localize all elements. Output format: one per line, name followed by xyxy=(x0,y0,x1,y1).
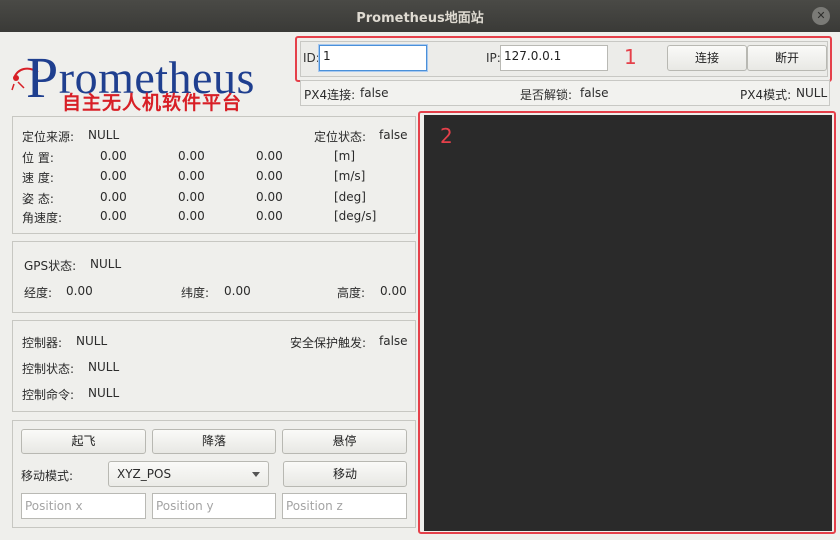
logo-subtitle: 自主无人机软件平台 xyxy=(62,92,243,114)
row-label: 角速度: xyxy=(22,211,63,225)
px4-connect-label: PX4连接: xyxy=(304,88,356,102)
window-title: Prometheus地面站 xyxy=(356,10,484,26)
alt-value: 0.00 xyxy=(380,284,407,298)
row-unit: [deg/s] xyxy=(334,209,377,223)
takeoff-button[interactable]: 起飞 xyxy=(21,429,146,454)
row-unit: [m/s] xyxy=(334,169,366,183)
annotation-box-2 xyxy=(418,111,836,534)
row-x: 0.00 xyxy=(100,190,127,204)
ctrl-cmd-label: 控制命令: xyxy=(22,388,75,402)
armed-value: false xyxy=(580,86,609,100)
annotation-number-1: 1 xyxy=(624,45,637,69)
source-label: 定位来源: xyxy=(22,130,75,144)
hover-button[interactable]: 悬停 xyxy=(282,429,407,454)
safety-value: false xyxy=(379,334,408,348)
controller-label: 控制器: xyxy=(22,336,63,350)
row-z: 0.00 xyxy=(256,209,283,223)
row-label: 位 置: xyxy=(22,151,54,165)
gps-status-label: GPS状态: xyxy=(24,259,77,273)
row-y: 0.00 xyxy=(178,149,205,163)
move-button[interactable]: 移动 xyxy=(283,461,407,487)
annotation-number-2: 2 xyxy=(440,124,453,148)
row-z: 0.00 xyxy=(256,149,283,163)
close-icon[interactable]: ✕ xyxy=(812,7,830,25)
row-x: 0.00 xyxy=(100,209,127,223)
safety-label: 安全保护触发: xyxy=(290,336,367,350)
ctrl-state-value: NULL xyxy=(88,360,120,374)
move-mode-value: XYZ_POS xyxy=(117,467,172,481)
row-x: 0.00 xyxy=(100,149,127,163)
move-mode-label: 移动模式: xyxy=(21,469,74,483)
source-value: NULL xyxy=(88,128,120,142)
armed-label: 是否解锁: xyxy=(520,88,573,102)
px4-mode-value: NULL xyxy=(796,86,828,100)
row-y: 0.00 xyxy=(178,190,205,204)
row-unit: [m] xyxy=(334,149,356,163)
chevron-down-icon xyxy=(252,472,260,477)
window-titlebar: Prometheus地面站 ✕ xyxy=(0,0,840,32)
loc-status-label: 定位状态: xyxy=(314,130,367,144)
controller-value: NULL xyxy=(76,334,108,348)
row-y: 0.00 xyxy=(178,169,205,183)
row-y: 0.00 xyxy=(178,209,205,223)
app-logo: Prometheus 自主无人机软件平台 xyxy=(8,38,298,114)
land-button[interactable]: 降落 xyxy=(152,429,276,454)
move-mode-select[interactable]: XYZ_POS xyxy=(108,461,269,487)
px4-connect-value: false xyxy=(360,86,389,100)
position-x-input[interactable]: Position x xyxy=(21,493,146,519)
lon-label: 经度: xyxy=(24,286,53,300)
alt-label: 高度: xyxy=(337,286,366,300)
loc-status-value: false xyxy=(379,128,408,142)
px4-mode-label: PX4模式: xyxy=(740,88,792,102)
annotation-box-1 xyxy=(295,36,832,82)
position-z-input[interactable]: Position z xyxy=(282,493,407,519)
row-z: 0.00 xyxy=(256,190,283,204)
lat-value: 0.00 xyxy=(224,284,251,298)
lat-label: 纬度: xyxy=(181,286,210,300)
gps-panel xyxy=(12,241,416,313)
row-unit: [deg] xyxy=(334,190,366,204)
position-y-input[interactable]: Position y xyxy=(152,493,276,519)
ctrl-cmd-value: NULL xyxy=(88,386,120,400)
row-z: 0.00 xyxy=(256,169,283,183)
gps-status-value: NULL xyxy=(90,257,122,271)
row-label: 姿 态: xyxy=(22,192,54,206)
row-label: 速 度: xyxy=(22,171,54,185)
row-x: 0.00 xyxy=(100,169,127,183)
lon-value: 0.00 xyxy=(66,284,93,298)
ctrl-state-label: 控制状态: xyxy=(22,362,75,376)
